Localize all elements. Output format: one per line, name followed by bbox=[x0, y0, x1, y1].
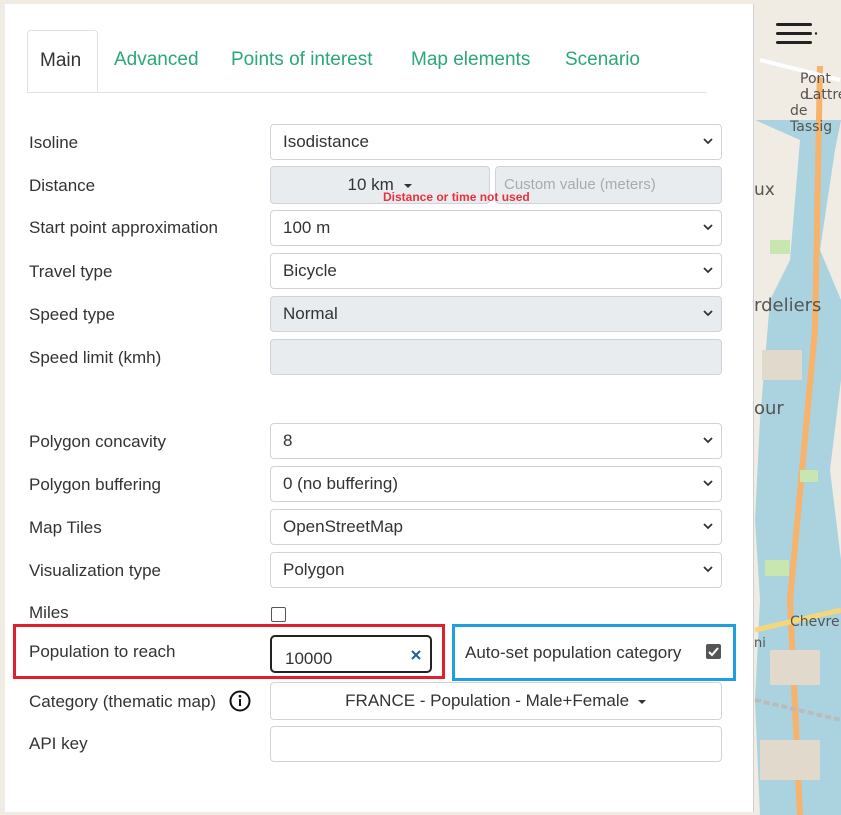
chevron-down-icon bbox=[703, 523, 713, 530]
api-key-label: API key bbox=[29, 734, 88, 753]
speed-type-select[interactable]: Normal bbox=[270, 296, 722, 332]
speed-limit-label: Speed limit (kmh) bbox=[29, 348, 162, 367]
map-label: ni bbox=[754, 636, 766, 651]
polygon-buffering-select[interactable]: 0 (no buffering) bbox=[270, 466, 722, 502]
clear-icon[interactable] bbox=[411, 650, 421, 660]
chevron-down-icon bbox=[703, 480, 713, 487]
auto-population-checkbox[interactable] bbox=[706, 644, 721, 659]
visualization-type-label: Visualization type bbox=[29, 561, 161, 580]
chevron-down-icon bbox=[703, 224, 713, 231]
isoline-value: Isodistance bbox=[283, 132, 369, 151]
map-label: de Tassig bbox=[790, 103, 833, 135]
map-tiles-select[interactable]: OpenStreetMap bbox=[270, 509, 722, 545]
caret-down-icon bbox=[403, 184, 412, 188]
map-tiles-label: Map Tiles bbox=[29, 518, 102, 537]
speed-limit-input[interactable] bbox=[270, 339, 722, 375]
start-point-select[interactable]: 100 m bbox=[270, 210, 722, 246]
speed-type-value: Normal bbox=[283, 304, 338, 323]
tab-advanced[interactable]: Advanced bbox=[114, 30, 199, 92]
miles-label: Miles bbox=[29, 603, 69, 622]
map-label: ux bbox=[754, 180, 775, 200]
distance-label: Distance bbox=[29, 176, 96, 195]
tab-bar: Main Advanced Points of interest Map ele… bbox=[27, 30, 707, 93]
visualization-type-value: Polygon bbox=[283, 560, 345, 579]
polygon-buffering-value: 0 (no buffering) bbox=[283, 474, 398, 493]
chevron-down-icon bbox=[703, 566, 713, 573]
visualization-type-select[interactable]: Polygon bbox=[270, 552, 722, 588]
miles-checkbox[interactable] bbox=[271, 607, 286, 622]
info-icon[interactable] bbox=[229, 690, 251, 712]
settings-panel: Main Advanced Points of interest Map ele… bbox=[5, 4, 754, 812]
isoline-select[interactable]: Isodistance bbox=[270, 124, 722, 160]
chevron-down-icon bbox=[703, 267, 713, 274]
start-point-label: Start point approximation bbox=[29, 218, 218, 237]
category-dropdown[interactable]: FRANCE - Population - Male+Female bbox=[270, 682, 722, 720]
population-value: 10000 bbox=[285, 649, 333, 668]
polygon-buffering-label: Polygon buffering bbox=[29, 475, 162, 494]
speed-type-label: Speed type bbox=[29, 305, 116, 324]
isoline-label: Isoline bbox=[29, 133, 79, 152]
menu-button[interactable] bbox=[776, 22, 818, 48]
chevron-down-icon bbox=[703, 437, 713, 444]
map-label: Lattre bbox=[805, 87, 841, 103]
map-tiles-value: OpenStreetMap bbox=[283, 517, 404, 536]
polygon-concavity-label: Polygon concavity bbox=[29, 432, 167, 451]
tab-points-of-interest[interactable]: Points of interest bbox=[231, 30, 373, 92]
population-label: Population to reach bbox=[29, 642, 176, 661]
travel-type-value: Bicycle bbox=[283, 261, 337, 280]
api-key-input[interactable] bbox=[270, 726, 722, 762]
map-label: our bbox=[754, 398, 784, 419]
tab-map-elements[interactable]: Map elements bbox=[411, 30, 530, 92]
category-value: FRANCE - Population - Male+Female bbox=[345, 691, 630, 710]
map-label: rdeliers bbox=[754, 295, 822, 316]
start-point-value: 100 m bbox=[283, 218, 331, 237]
distance-warning: Distance or time not used bbox=[383, 190, 530, 204]
polygon-concavity-select[interactable]: 8 bbox=[270, 423, 722, 459]
travel-type-select[interactable]: Bicycle bbox=[270, 253, 722, 289]
check-icon bbox=[708, 647, 719, 657]
chevron-down-icon bbox=[703, 138, 713, 145]
category-label: Category (thematic map) bbox=[29, 692, 217, 711]
map-label: Chevre bbox=[790, 614, 840, 630]
polygon-concavity-value: 8 bbox=[283, 431, 293, 450]
caret-down-icon bbox=[637, 700, 646, 704]
auto-population-label: Auto-set population category bbox=[465, 643, 682, 662]
tab-scenario[interactable]: Scenario bbox=[565, 30, 640, 92]
travel-type-label: Travel type bbox=[29, 262, 113, 281]
chevron-down-icon bbox=[703, 310, 713, 317]
population-input[interactable]: 10000 bbox=[270, 635, 432, 673]
tab-main[interactable]: Main bbox=[27, 30, 98, 92]
hamburger-icon bbox=[776, 23, 818, 44]
